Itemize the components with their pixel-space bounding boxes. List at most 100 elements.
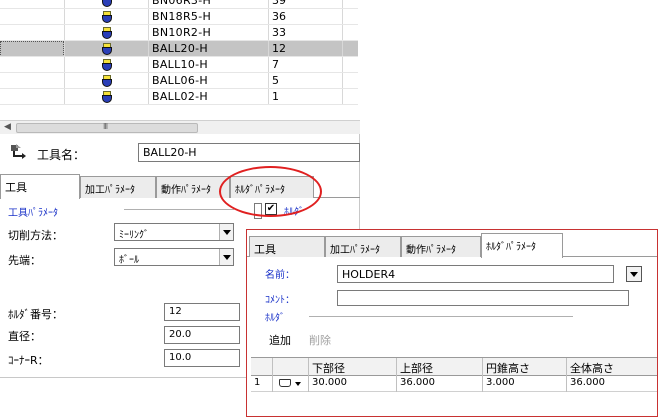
grid-line: [64, 57, 65, 73]
tab-tool[interactable]: 工具: [0, 174, 80, 199]
table-row[interactable]: 1 30.000 36.000 3.000 36.000: [251, 376, 657, 392]
grid-line: [64, 41, 65, 57]
row-index: 1: [251, 376, 273, 392]
scroll-thumb[interactable]: III: [16, 122, 198, 133]
tab-motion-params[interactable]: 動作ﾊﾟﾗﾒｰﾀ: [401, 236, 481, 257]
grid-line: [64, 25, 65, 41]
tool-params-section-title: 工具ﾊﾟﾗﾒｰﾀ: [8, 208, 58, 219]
holder-grid: 下部径 上部径 円錐高さ 全体高さ 1 30.000 36.000 3.000 …: [251, 357, 657, 412]
tool-name-icon: [10, 143, 28, 159]
grid-line: [342, 89, 343, 105]
list-item[interactable]: BALL20-H 12: [0, 41, 358, 57]
chevron-down-icon[interactable]: [295, 382, 301, 386]
cutting-method-label: 切削方法：: [8, 229, 63, 242]
row-marker-cell: [0, 25, 64, 41]
chevron-down-icon[interactable]: [626, 266, 642, 282]
grid-line: [148, 73, 149, 89]
grid-header-cell: [251, 358, 273, 376]
total-height-cell[interactable]: 36.000: [567, 376, 657, 392]
holder-params-panel: 工具 加工ﾊﾟﾗﾒｰﾀ 動作ﾊﾟﾗﾒｰﾀ ﾎﾙﾀﾞﾊﾟﾗﾒｰﾀ 名前： HOLD…: [246, 229, 658, 417]
tool-list-name: BALL20-H: [152, 42, 208, 55]
grid-line: [342, 9, 343, 25]
grid-line: [148, 89, 149, 105]
tool-list[interactable]: BN06R3-H 39 BN18R5-H 36 BN10R2-H 33 BALL20-H 12…: [0, 0, 360, 120]
grid-header-upper-dia: 上部径: [397, 358, 483, 376]
grid-line: [268, 57, 269, 73]
grid-line: [148, 9, 149, 25]
tab-tool[interactable]: 工具: [249, 236, 325, 257]
tool-list-value: 39: [272, 0, 286, 7]
grid-line: [64, 73, 65, 89]
tip-label: 先端：: [8, 254, 41, 267]
holder-shape-icon: [279, 379, 291, 387]
holder-name-label: 名前：: [265, 270, 295, 281]
holder-name-field[interactable]: HOLDER4: [337, 265, 614, 283]
row-marker-cell: [0, 41, 64, 57]
ball-tool-icon: [101, 27, 113, 40]
row-marker-cell: [0, 89, 64, 105]
tool-list-name: BALL10-H: [152, 58, 208, 71]
row-marker-cell: [0, 57, 64, 73]
tool-list-value: 7: [272, 58, 279, 71]
grid-header-lower-dia: 下部径: [309, 358, 397, 376]
grid-line: [268, 41, 269, 57]
delete-button[interactable]: 削除: [309, 332, 331, 348]
grid-line: [148, 41, 149, 57]
cutting-method-select[interactable]: ﾐｰﾘﾝｸﾞ: [114, 223, 234, 241]
grid-header-cone-height: 円錐高さ: [483, 358, 567, 376]
chevron-down-icon[interactable]: [219, 224, 233, 240]
grid-line: [64, 89, 65, 105]
ball-tool-icon: [101, 75, 113, 88]
tool-list-name: BN18R5-H: [152, 10, 212, 23]
scroll-left-arrow-icon[interactable]: ◀: [4, 122, 11, 132]
grid-line: [342, 57, 343, 73]
list-item[interactable]: BN18R5-H 36: [0, 9, 358, 25]
highlight-oval-annotation: [219, 166, 322, 217]
row-marker-cell: [0, 73, 64, 89]
cone-height-cell[interactable]: 3.000: [483, 376, 567, 392]
horizontal-scrollbar[interactable]: ◀ III: [0, 120, 360, 134]
list-item[interactable]: BALL10-H 7: [0, 57, 358, 73]
row-marker-cell: [0, 9, 64, 25]
diameter-label: 直径：: [8, 330, 41, 343]
holder-section-label: ﾎﾙﾀﾞ: [265, 313, 285, 324]
grid-line: [342, 25, 343, 41]
tab-holder-params[interactable]: ﾎﾙﾀﾞﾊﾟﾗﾒｰﾀ: [481, 233, 563, 258]
list-item[interactable]: BN06R3-H 39: [0, 0, 358, 9]
tool-name-field[interactable]: BALL20-H: [138, 143, 360, 162]
tool-list-name: BN10R2-H: [152, 26, 212, 39]
lower-dia-cell[interactable]: 30.000: [309, 376, 397, 392]
scroll-grip: III: [103, 122, 108, 131]
corner-r-field[interactable]: 10.0: [164, 349, 240, 367]
diameter-field[interactable]: 20.0: [164, 326, 240, 344]
holder-number-field[interactable]: 12: [164, 303, 240, 321]
holder-number-label: ﾎﾙﾀﾞ番号：: [8, 308, 63, 321]
section-divider: [309, 316, 573, 317]
chevron-down-icon[interactable]: [219, 249, 233, 265]
grid-header-cell: [273, 358, 309, 376]
ball-tool-icon: [101, 59, 113, 72]
grid-line: [268, 89, 269, 105]
grid-line: [148, 25, 149, 41]
tool-name-label: 工具名：: [37, 148, 86, 162]
grid-header: 下部径 上部径 円錐高さ 全体高さ: [251, 358, 657, 376]
add-button[interactable]: 追加: [269, 332, 291, 348]
grid-line: [64, 9, 65, 25]
tool-list-value: 1: [272, 90, 279, 103]
tip-select[interactable]: ﾎﾞｰﾙ: [114, 248, 234, 266]
tool-list-value: 12: [272, 42, 286, 55]
ball-tool-icon: [101, 11, 113, 24]
tab-process-params[interactable]: 加工ﾊﾟﾗﾒｰﾀ: [325, 236, 401, 257]
tab-process-params[interactable]: 加工ﾊﾟﾗﾒｰﾀ: [80, 176, 156, 198]
holder-shape-select[interactable]: [273, 376, 309, 392]
holder-tab-strip: 工具 加工ﾊﾟﾗﾒｰﾀ 動作ﾊﾟﾗﾒｰﾀ ﾎﾙﾀﾞﾊﾟﾗﾒｰﾀ: [247, 233, 657, 258]
tip-value: ﾎﾞｰﾙ: [119, 255, 139, 266]
list-item[interactable]: BALL02-H 1: [0, 89, 358, 105]
grid-header-total-height: 全体高さ: [570, 362, 614, 375]
list-item[interactable]: BALL06-H 5: [0, 73, 358, 89]
list-item[interactable]: BN10R2-H 33: [0, 25, 358, 41]
grid-line: [342, 73, 343, 89]
comment-field[interactable]: [337, 290, 629, 306]
upper-dia-cell[interactable]: 36.000: [397, 376, 483, 392]
grid-line: [148, 57, 149, 73]
